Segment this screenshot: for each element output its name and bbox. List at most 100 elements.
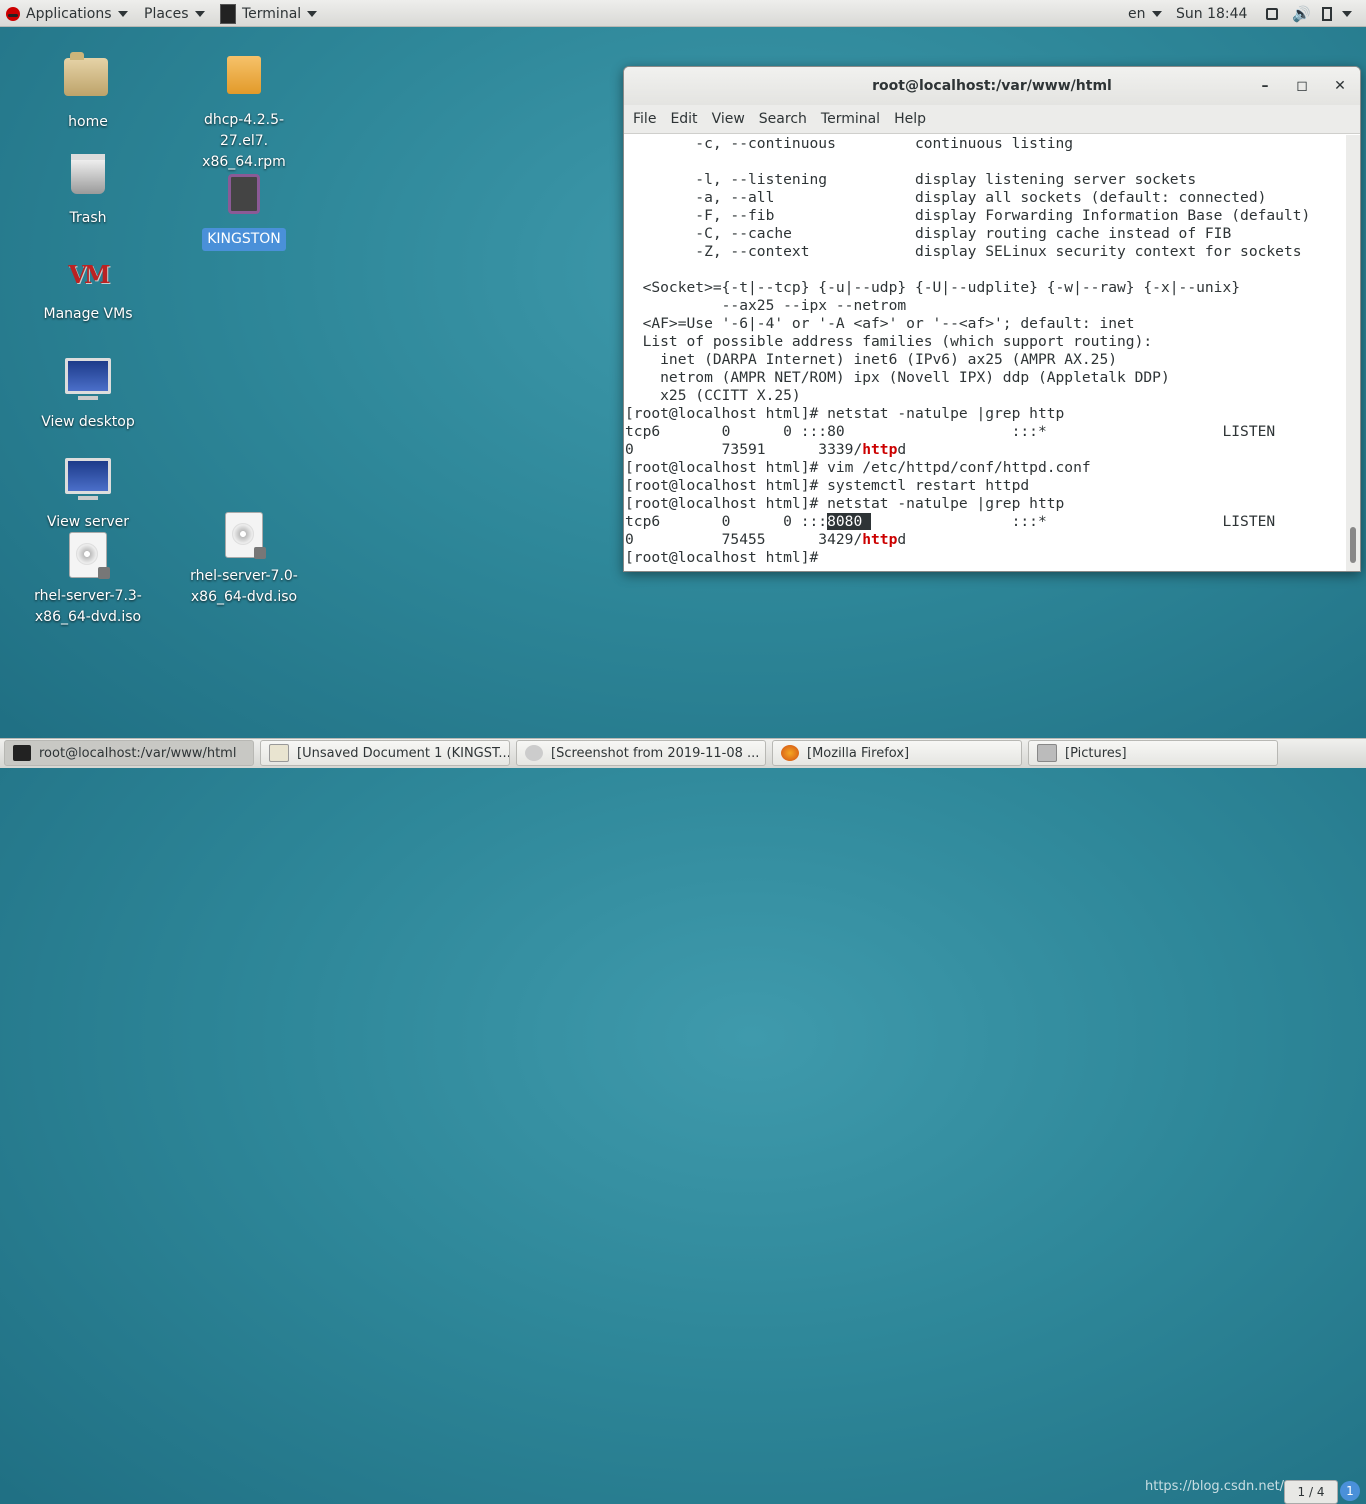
places-label: Places: [144, 5, 189, 22]
system-menu[interactable]: [1342, 0, 1352, 27]
desktop-icon-rhel-7-0-iso[interactable]: rhel-server-7.0- x86_64-dvd.iso: [184, 510, 304, 608]
terminal-prompt: [root@localhost html]#: [625, 549, 828, 566]
window-title: root@localhost:/var/www/html: [872, 78, 1112, 94]
clock[interactable]: Sun 18:44: [1176, 0, 1247, 27]
task-label: [Mozilla Firefox]: [807, 745, 910, 761]
chevron-down-icon: [1342, 10, 1352, 17]
task-pictures[interactable]: [Pictures]: [1028, 740, 1278, 766]
chevron-down-icon: [307, 10, 318, 17]
desktop-icon-label: dhcp-4.2.5-27.el7. x86_64.rpm: [202, 112, 286, 170]
maximize-icon[interactable]: ◻: [1291, 75, 1313, 97]
terminal-line: tcp6 0 0 :::80 :::* LISTEN: [625, 423, 1276, 440]
workspace-pager[interactable]: 1 / 4: [1284, 1480, 1338, 1504]
selected-port[interactable]: 8080: [827, 513, 872, 530]
screenshot-icon: [525, 745, 543, 761]
terminal-line: x25 (CCITT X.25): [625, 387, 801, 404]
terminal-app-menu[interactable]: Terminal: [220, 0, 318, 27]
chevron-down-icon: [194, 10, 205, 17]
places-menu[interactable]: Places: [144, 0, 205, 27]
task-gedit[interactable]: [Unsaved Document 1 (KINGST...: [260, 740, 510, 766]
terminal-line: -Z, --context display SELinux security c…: [625, 243, 1302, 260]
folder-icon: [1037, 744, 1057, 762]
terminal-line: 0 75455 3429/httpd: [624, 531, 1346, 549]
menubar: File Edit View Search Terminal Help: [624, 105, 1360, 134]
desktop-icon-label: Manage VMs: [43, 306, 133, 322]
terminal-line: -a, --all display all sockets (default: …: [625, 189, 1267, 206]
disc-image-icon: [225, 512, 266, 559]
desktop-icon-view-desktop[interactable]: View desktop: [28, 350, 148, 433]
minimize-icon[interactable]: –: [1254, 75, 1276, 97]
menu-view[interactable]: View: [705, 111, 752, 127]
terminal-line: tcp6 0 0 :::8080 :::* LISTEN: [624, 513, 1346, 531]
terminal-output[interactable]: -c, --continuous continuous listing -l, …: [624, 135, 1346, 571]
desktop-icon-label: KINGSTON: [202, 228, 286, 251]
scrollbar[interactable]: [1346, 135, 1360, 571]
terminal-line: -l, --listening display listening server…: [625, 171, 1197, 188]
scrollbar-thumb[interactable]: [1350, 527, 1356, 563]
window-titlebar[interactable]: root@localhost:/var/www/html – ◻ ✕: [624, 67, 1360, 105]
task-terminal[interactable]: root@localhost:/var/www/html: [4, 740, 254, 766]
terminal-icon: [220, 3, 236, 24]
home-folder-icon: [64, 52, 108, 96]
terminal-line: List of possible address families (which…: [625, 333, 1153, 350]
terminal-line: inet (DARPA Internet) inet6 (IPv6) ax25 …: [625, 351, 1118, 368]
menu-help[interactable]: Help: [887, 111, 933, 127]
task-label: root@localhost:/var/www/html: [39, 745, 237, 761]
terminal-app-label: Terminal: [242, 5, 302, 22]
menu-edit[interactable]: Edit: [663, 111, 704, 127]
desktop-icon-dhcp-rpm[interactable]: dhcp-4.2.5-27.el7. x86_64.rpm: [184, 50, 304, 173]
terminal-line: --ax25 --ipx --netrom: [625, 297, 907, 314]
screen-icon[interactable]: [1266, 0, 1278, 27]
redhat-logo-icon: [6, 6, 20, 21]
desktop-icon-kingston[interactable]: KINGSTON: [184, 170, 304, 251]
grep-match: http: [862, 441, 898, 458]
terminal-text: 0 75455 3429/: [625, 531, 863, 548]
chevron-down-icon: [1151, 10, 1162, 17]
desktop-icon-manage-vms[interactable]: VM Manage VMs: [28, 250, 148, 325]
desktop-icon-view-server[interactable]: View server: [28, 450, 148, 533]
task-label: [Unsaved Document 1 (KINGST...: [297, 745, 510, 761]
applications-label: Applications: [26, 5, 112, 22]
monitor-icon: [65, 458, 111, 500]
terminal-line: [root@localhost html]# vim /etc/httpd/co…: [625, 459, 1091, 476]
menu-file[interactable]: File: [626, 111, 663, 127]
grep-match: http: [862, 531, 898, 548]
close-icon[interactable]: ✕: [1329, 75, 1351, 97]
desktop-icon-label: rhel-server-7.0- x86_64-dvd.iso: [190, 568, 298, 605]
chevron-down-icon: [117, 10, 128, 17]
task-label: [Pictures]: [1065, 745, 1127, 761]
volume-icon[interactable]: 🔊: [1292, 0, 1311, 27]
task-label: [Screenshot from 2019-11-08 ...: [551, 745, 760, 761]
desktop-icon-label: home: [68, 114, 108, 130]
menu-search[interactable]: Search: [752, 111, 814, 127]
desktop-icon-trash[interactable]: Trash: [28, 150, 148, 229]
desktop-icon-label: rhel-server-7.3- x86_64-dvd.iso: [34, 588, 142, 625]
terminal-icon: [13, 745, 31, 761]
applications-menu[interactable]: Applications: [6, 0, 128, 27]
desktop-icon-rhel-7-3-iso[interactable]: rhel-server-7.3- x86_64-dvd.iso: [28, 530, 148, 628]
terminal-text: tcp6 0 0 :::: [625, 513, 828, 530]
trash-icon: [71, 154, 105, 194]
task-screenshot[interactable]: [Screenshot from 2019-11-08 ...: [516, 740, 766, 766]
taskbar: root@localhost:/var/www/html [Unsaved Do…: [0, 738, 1366, 1504]
terminal-text: d: [897, 531, 907, 548]
terminal-line: -c, --continuous continuous listing: [625, 135, 1074, 152]
task-firefox[interactable]: [Mozilla Firefox]: [772, 740, 1022, 766]
language-label: en: [1128, 5, 1146, 22]
vm-logo-icon: VM: [68, 260, 110, 289]
terminal-line: <Socket>={-t|--tcp} {-u|--udp} {-U|--udp…: [625, 279, 1241, 296]
package-icon: [227, 56, 261, 94]
battery-icon[interactable]: [1322, 0, 1332, 27]
text-editor-icon: [269, 744, 289, 762]
terminal-line: 0 73591 3339/httpd: [624, 441, 1346, 459]
usb-drive-icon: [228, 174, 260, 214]
desktop-icon-home[interactable]: home: [28, 50, 148, 133]
terminal-line: -C, --cache display routing cache instea…: [625, 225, 1232, 242]
terminal-text: d: [897, 441, 907, 458]
terminal-line: netrom (AMPR NET/ROM) ipx (Novell IPX) d…: [625, 369, 1170, 386]
notification-badge[interactable]: 1: [1340, 1481, 1360, 1501]
language-indicator[interactable]: en: [1128, 0, 1162, 27]
menu-terminal[interactable]: Terminal: [814, 111, 887, 127]
